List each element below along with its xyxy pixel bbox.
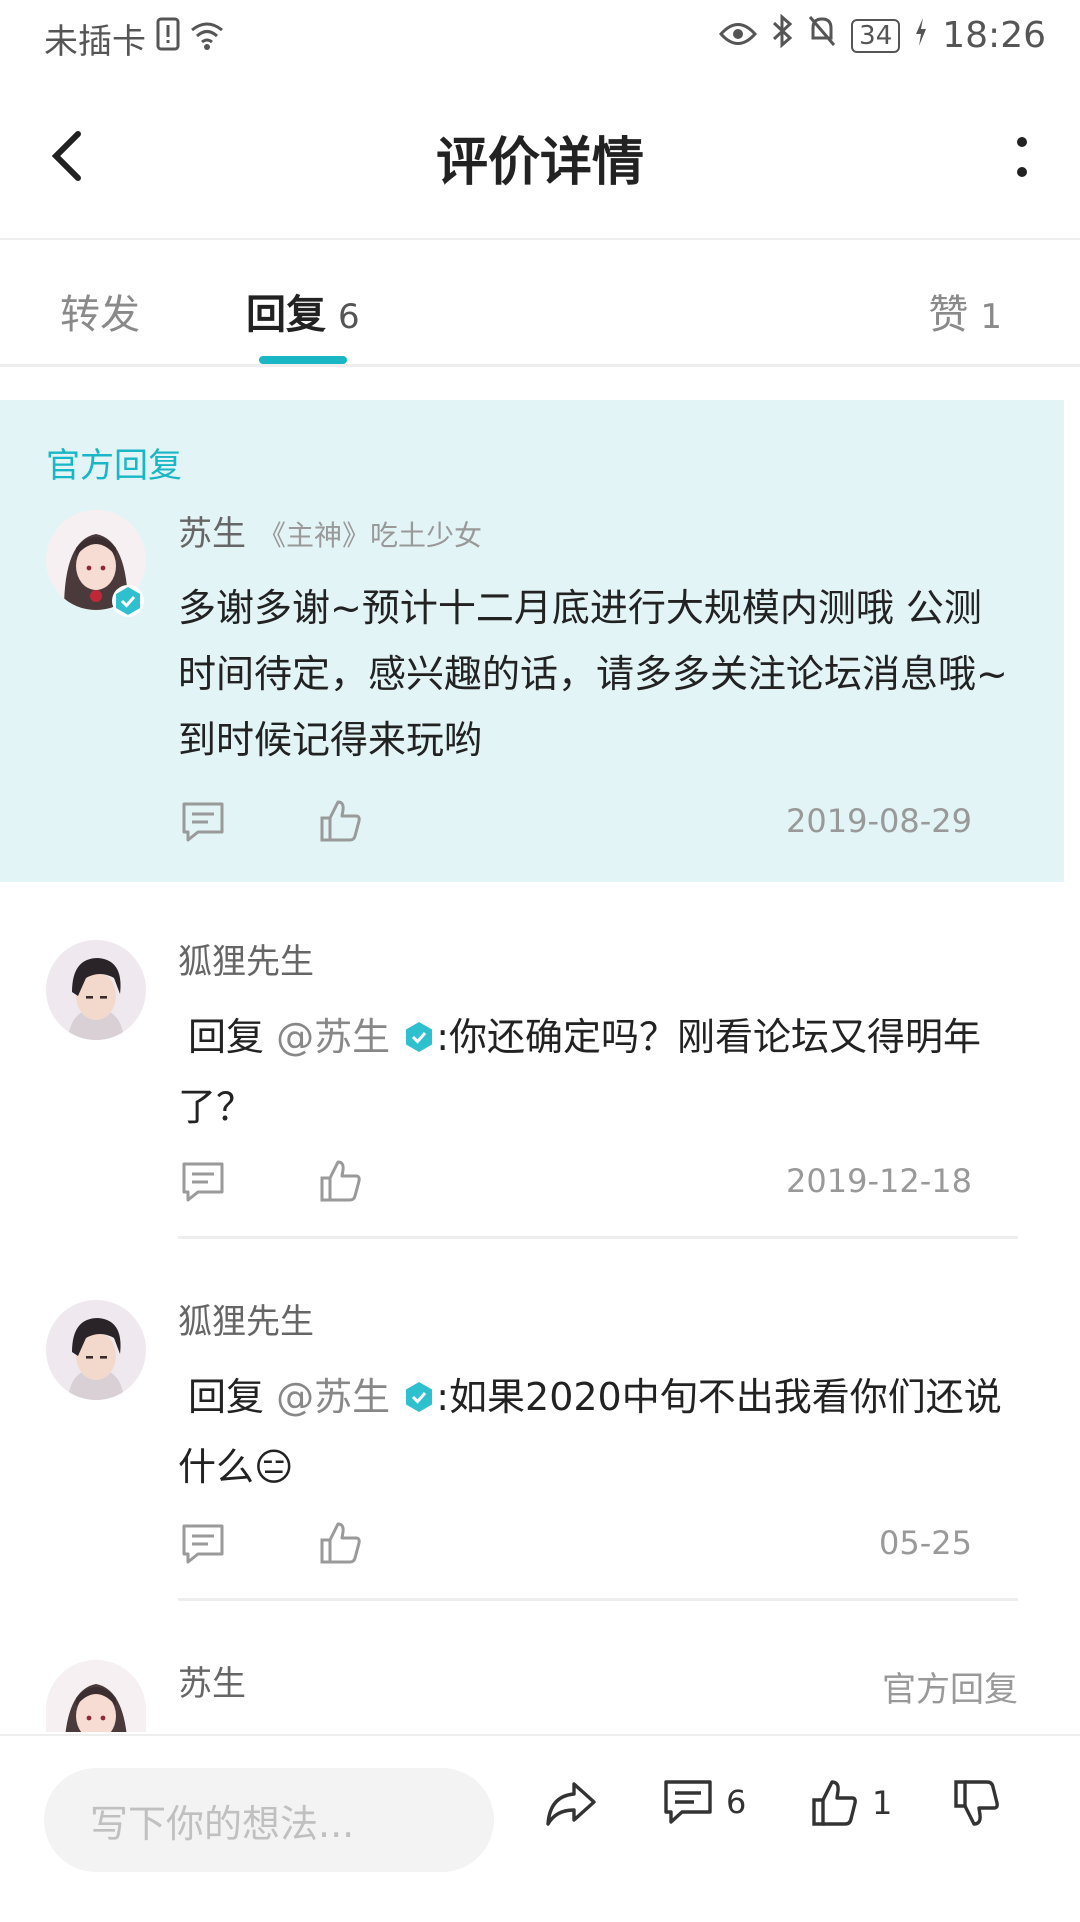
- mention-link[interactable]: @苏生: [276, 1375, 390, 1419]
- comment-date: 05-25: [879, 1524, 972, 1562]
- page-title: 评价详情: [435, 133, 644, 193]
- verified-badge-icon: [402, 1368, 436, 1434]
- verified-badge-icon: [402, 1008, 436, 1074]
- eye-icon: [719, 15, 758, 56]
- author-name[interactable]: 狐狸先生: [178, 1294, 314, 1343]
- like-button[interactable]: [318, 1520, 364, 1570]
- comments-count: 6: [726, 1783, 747, 1821]
- thumbs-up-icon: [320, 1160, 361, 1202]
- clock-time: 18:26: [942, 15, 1046, 56]
- tab-likes-label: 赞: [928, 292, 969, 338]
- comment-icon: [664, 1780, 712, 1824]
- comment-input[interactable]: 写下你的想法...: [44, 1768, 494, 1872]
- like-button[interactable]: [318, 1158, 364, 1208]
- author-subtitle: 《主神》吃土少女: [258, 519, 483, 552]
- comment-date: 2019-12-18: [786, 1162, 972, 1200]
- thumbs-up-icon: [320, 800, 361, 842]
- thumbs-up-icon: [320, 1522, 361, 1564]
- reply-button[interactable]: [180, 1522, 226, 1570]
- tab-replies-count: 6: [338, 297, 360, 337]
- status-bar: 未插卡 34 18:26: [0, 0, 1080, 76]
- tab-replies-label: 回复: [246, 292, 326, 338]
- bottom-action-bar: 写下你的想法... 6 1: [0, 1734, 1080, 1922]
- avatar[interactable]: [46, 940, 146, 1040]
- avatar[interactable]: [46, 1660, 146, 1732]
- divider: [178, 1598, 1018, 1601]
- comment-text: 回复 @苏生 :如果2020中旬不出我看你们还说什么😑: [178, 1364, 1018, 1500]
- comment-header: 苏生 《主神》吃土少女: [178, 506, 482, 555]
- reply-prefix: 回复: [188, 1015, 265, 1059]
- tab-likes-count: 1: [980, 297, 1002, 337]
- sim-alert-icon: [156, 17, 180, 60]
- comment-text: 多谢多谢~预计十二月底进行大规模内测哦 公测时间待定，感兴趣的话，请多多关注论坛…: [178, 586, 1008, 762]
- official-reply-label: 官方回复: [46, 446, 182, 486]
- tab-bar: 转发 回复 6 赞1: [0, 240, 1080, 367]
- dislike-button[interactable]: [952, 1778, 1002, 1828]
- tab-replies[interactable]: 回复 6: [246, 282, 360, 340]
- carrier-text: 未插卡: [44, 22, 146, 62]
- comment-icon: [182, 802, 224, 842]
- official-reply-tag: 官方回复: [882, 1670, 1018, 1710]
- tab-forward[interactable]: 转发: [60, 282, 140, 340]
- charging-icon: [914, 15, 928, 56]
- comment-date: 2019-08-29: [786, 802, 972, 840]
- like-button[interactable]: 1: [810, 1778, 892, 1828]
- more-button[interactable]: [1002, 128, 1042, 188]
- divider: [178, 1236, 1018, 1239]
- wifi-icon: [190, 19, 224, 59]
- share-button[interactable]: [544, 1778, 598, 1828]
- bluetooth-icon: [771, 13, 793, 57]
- tab-forward-label: 转发: [60, 292, 140, 338]
- likes-count: 1: [872, 1784, 893, 1822]
- thumbs-down-icon: [954, 1780, 999, 1826]
- thumbs-up-icon: [812, 1780, 857, 1826]
- avatar[interactable]: [46, 1300, 146, 1400]
- author-name[interactable]: 苏生: [178, 514, 246, 554]
- tab-active-indicator: [259, 356, 347, 364]
- avatar-boy-icon: [46, 1300, 146, 1400]
- reply-prefix: 回复: [188, 1375, 265, 1419]
- share-icon: [546, 1782, 596, 1826]
- author-name[interactable]: 狐狸先生: [178, 934, 314, 983]
- comments-button[interactable]: 6: [662, 1778, 746, 1826]
- more-vertical-icon: [1017, 137, 1027, 177]
- reply-button[interactable]: [180, 1160, 226, 1208]
- app-header: 评价详情: [0, 78, 1080, 240]
- author-name[interactable]: 苏生: [178, 1656, 246, 1705]
- tab-likes[interactable]: 赞1: [928, 282, 1002, 340]
- status-left: 未插卡: [44, 14, 224, 63]
- mention-link[interactable]: @苏生: [276, 1015, 390, 1059]
- comment-icon: [182, 1162, 224, 1202]
- like-button[interactable]: [318, 798, 364, 848]
- mute-bell-icon: [807, 14, 837, 57]
- comment-icon: [182, 1524, 224, 1564]
- battery-level: 34: [851, 18, 901, 53]
- comment-text: 回复 @苏生 :你还确定吗？刚看论坛又得明年了？: [178, 1004, 1018, 1140]
- avatar-boy-icon: [46, 940, 146, 1040]
- reply-button[interactable]: [180, 800, 226, 848]
- avatar-girl-icon: [46, 1660, 146, 1732]
- status-right: 34 18:26: [719, 13, 1046, 57]
- verified-badge-icon: [111, 584, 145, 618]
